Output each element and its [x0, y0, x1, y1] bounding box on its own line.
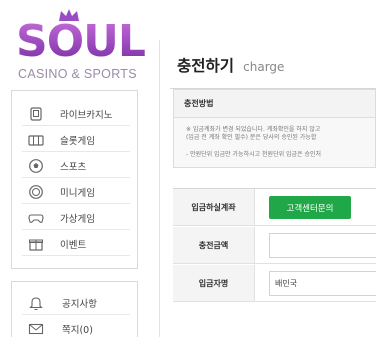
gamepad-icon — [28, 210, 44, 226]
depositor-label: 입금자명 — [173, 265, 255, 301]
sidebar-item-label: 이벤트 — [60, 239, 87, 251]
charge-method-box: 충전방법 ※ 입금계좌가 변경 되었습니다. 계좌확인을 하지 않고 (입금 전… — [173, 89, 376, 168]
charge-method-heading: 충전방법 — [174, 90, 375, 118]
sidebar-item-notice[interactable]: 공지사항 — [22, 291, 130, 315]
logo-word: SOUL — [16, 16, 146, 67]
contact-support-button[interactable]: 고객센터문의 — [269, 196, 351, 219]
sidebar-item-label: 라이브카지노 — [60, 109, 113, 121]
form-row-account: 입금하실계좌 고객센터문의 — [173, 189, 376, 226]
logo-subtitle: CASINO & SPORTS — [18, 67, 137, 81]
method-line: - 만원단위 입금만 가능하시고 천원단위 입금은 승인처 — [186, 151, 322, 158]
sidebar-item-messages[interactable]: 쪽지(0) — [22, 317, 130, 337]
charge-method-body: ※ 입금계좌가 변경 되었습니다. 계좌확인을 하지 않고 (입금 전 계좌 확… — [174, 118, 375, 167]
sidebar-item-label: 미니게임 — [60, 187, 95, 199]
sidebar-item-sports[interactable]: 스포츠 — [22, 154, 130, 178]
sidebar-item-label: 스포츠 — [60, 161, 87, 173]
sidebar-item-live-casino[interactable]: 라이브카지노 — [22, 102, 130, 126]
sidebar-item-label: 쪽지(0) — [62, 324, 93, 336]
sidebar-item-label: 가상게임 — [60, 213, 95, 225]
form-row-amount: 충전금액 — [173, 227, 376, 264]
amount-label: 충전금액 — [173, 227, 255, 263]
sidebar-menu-secondary: 공지사항 쪽지(0) — [11, 281, 138, 337]
bell-icon — [28, 295, 44, 311]
sidebar-item-label: 공지사항 — [62, 298, 97, 310]
gift-icon — [28, 236, 44, 252]
page-title: 충전하기 charge — [177, 54, 284, 76]
soccer-ball-icon — [28, 158, 44, 174]
sidebar-menu: 라이브카지노 슬롯게임 스포츠 미니게임 가상게임 이벤트 — [11, 90, 138, 269]
sidebar-item-label: 슬롯게임 — [60, 135, 95, 147]
account-label: 입금하실계좌 — [173, 189, 255, 225]
amount-cell — [255, 227, 376, 263]
main-content: 충전하기 charge 충전방법 ※ 입금계좌가 변경 되었습니다. 계좌확인을… — [160, 40, 376, 337]
charge-form: 입금하실계좌 고객센터문의 충전금액 입금자명 배민국 — [173, 188, 376, 311]
chip-icon — [28, 184, 44, 200]
method-line: (입금 전 계좌 확인 필수) 분은 당사의 승인된 가능합 — [186, 134, 317, 141]
page-title-en: charge — [243, 60, 285, 74]
amount-input[interactable] — [269, 233, 376, 258]
logo[interactable]: SOUL CASINO & SPORTS — [12, 6, 146, 82]
sidebar-item-virtual[interactable]: 가상게임 — [22, 206, 130, 230]
account-cell: 고객센터문의 — [255, 189, 376, 225]
slot-machine-icon — [28, 132, 44, 148]
method-line: ※ 입금계좌가 변경 되었습니다. 계좌확인을 하지 않고 — [186, 126, 321, 133]
sidebar-item-event[interactable]: 이벤트 — [22, 232, 130, 256]
depositor-cell: 배민국 — [255, 265, 376, 301]
casino-card-icon — [28, 106, 44, 122]
envelope-icon — [28, 321, 44, 337]
depositor-name-input[interactable]: 배민국 — [269, 271, 376, 296]
sidebar-item-minigame[interactable]: 미니게임 — [22, 180, 130, 204]
page-title-ko: 충전하기 — [177, 57, 235, 75]
form-row-depositor: 입금자명 배민국 — [173, 265, 376, 302]
sidebar-item-slot[interactable]: 슬롯게임 — [22, 128, 130, 152]
